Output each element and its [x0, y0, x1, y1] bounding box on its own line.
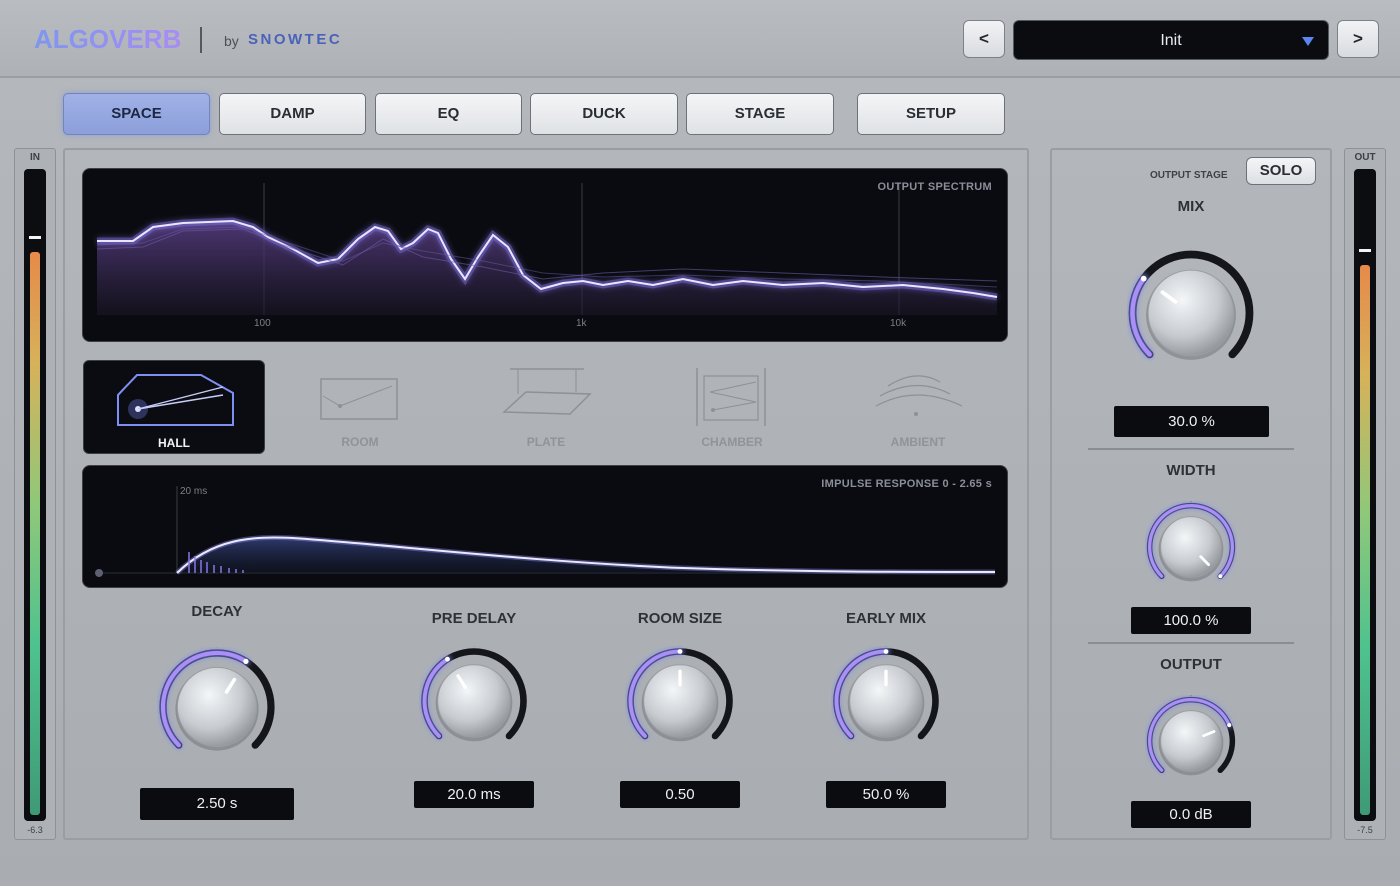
spectrum-graph	[96, 183, 998, 315]
output-spectrum-display: OUTPUT SPECTRUM 100 1k 10k	[82, 168, 1008, 342]
algo-ambient-label: AMBIENT	[890, 435, 946, 449]
width-label: WIDTH	[1166, 462, 1216, 479]
hall-icon	[117, 374, 234, 426]
tab-eq[interactable]: EQ	[375, 93, 522, 135]
algo-room[interactable]: ROOM	[269, 360, 451, 454]
preset-selector[interactable]: Init	[1013, 20, 1329, 60]
output-meter-peak	[1359, 248, 1371, 252]
impulse-response-display: IMPULSE RESPONSE 0 - 2.65 s 20 ms	[82, 465, 1008, 588]
pre-delay-label: PRE DELAY	[431, 610, 517, 627]
logo: ALGOVERB	[34, 24, 182, 54]
mix-value[interactable]: 30.0 %	[1114, 406, 1269, 437]
room-size-label: ROOM SIZE	[637, 610, 723, 627]
pre-delay-value[interactable]: 20.0 ms	[414, 781, 534, 808]
input-meter-label: IN	[30, 152, 40, 163]
plate-icon	[502, 368, 592, 415]
algo-hall-label: HALL	[158, 436, 190, 450]
logo-divider	[200, 27, 202, 53]
tab-damp[interactable]: DAMP	[219, 93, 366, 135]
algo-chamber[interactable]: CHAMBER	[641, 360, 823, 454]
output-meter: OUT -7.5	[1344, 148, 1386, 840]
tab-setup[interactable]: SETUP	[857, 93, 1005, 135]
chamber-icon	[696, 368, 766, 426]
output-meter-value: -7.5	[1357, 825, 1373, 835]
mix-label: MIX	[1177, 198, 1205, 215]
early-mix-knob[interactable]	[831, 646, 941, 756]
output-meter-level	[1360, 264, 1370, 815]
algo-room-label: ROOM	[341, 435, 379, 449]
algo-plate[interactable]: PLATE	[455, 360, 637, 454]
input-meter-peak	[29, 236, 41, 239]
decay-value[interactable]: 2.50 s	[140, 788, 294, 820]
room-icon	[320, 378, 398, 420]
brand-name: SNOWTEC	[248, 31, 343, 48]
input-meter-track	[24, 169, 46, 821]
freq-label-10k: 10k	[890, 318, 907, 329]
early-mix-label: EARLY MIX	[845, 610, 927, 627]
freq-label-100: 100	[254, 318, 271, 329]
output-meter-track	[1354, 169, 1376, 821]
input-meter-value: -6.3	[27, 825, 43, 835]
algo-chamber-label: CHAMBER	[701, 435, 763, 449]
algo-plate-label: PLATE	[526, 435, 566, 449]
width-value[interactable]: 100.0 %	[1131, 607, 1251, 634]
algo-ambient[interactable]: AMBIENT	[827, 360, 1009, 454]
algo-hall[interactable]: HALL	[83, 360, 265, 454]
mix-knob[interactable]	[1126, 248, 1256, 378]
output-value[interactable]: 0.0 dB	[1131, 801, 1251, 828]
impulse-title: IMPULSE RESPONSE 0 - 2.65 s	[821, 478, 992, 490]
input-meter: IN -6.3	[14, 148, 56, 840]
divider	[1088, 448, 1294, 450]
predelay-marker-label: 20 ms	[180, 486, 208, 497]
by-label: by	[224, 33, 239, 49]
pre-delay-knob[interactable]	[419, 646, 529, 756]
width-knob[interactable]	[1145, 501, 1237, 593]
output-meter-label: OUT	[1354, 152, 1376, 163]
room-size-knob[interactable]	[625, 646, 735, 756]
tab-stage[interactable]: STAGE	[686, 93, 834, 135]
input-meter-level	[30, 251, 40, 815]
prev-preset-button[interactable]: <	[963, 20, 1005, 58]
early-mix-value[interactable]: 50.0 %	[826, 781, 946, 808]
output-stage-label: OUTPUT STAGE	[1150, 170, 1228, 181]
next-preset-button[interactable]: >	[1337, 20, 1379, 58]
tab-duck[interactable]: DUCK	[530, 93, 678, 135]
caret-down-icon	[1302, 37, 1314, 46]
room-size-value[interactable]: 0.50	[620, 781, 740, 808]
spectrum-title: OUTPUT SPECTRUM	[877, 181, 992, 193]
output-label: OUTPUT	[1160, 656, 1222, 673]
preset-name: Init	[1160, 32, 1182, 49]
decay-label: DECAY	[191, 603, 243, 620]
solo-button[interactable]: SOLO	[1246, 157, 1316, 185]
freq-label-1k: 1k	[576, 318, 587, 329]
output-knob[interactable]	[1145, 695, 1237, 787]
tab-space[interactable]: SPACE	[63, 93, 210, 135]
decay-knob[interactable]	[157, 647, 277, 767]
divider	[1088, 642, 1294, 644]
ambient-icon	[875, 375, 963, 416]
